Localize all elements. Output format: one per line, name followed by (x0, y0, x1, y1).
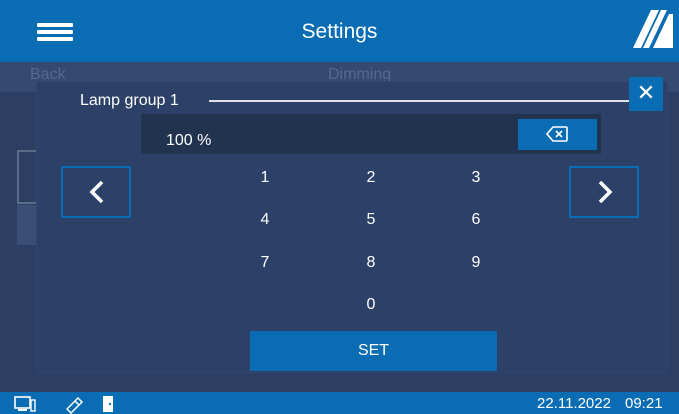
page-title: Settings (301, 20, 378, 43)
key-1[interactable]: 1 (235, 164, 295, 192)
key-5[interactable]: 5 (341, 206, 401, 234)
close-icon: ✕ (636, 80, 656, 105)
backspace-button[interactable] (518, 119, 597, 150)
key-9[interactable]: 9 (446, 249, 506, 277)
status-time: 09:21 (625, 395, 663, 412)
status-date: 22.11.2022 (537, 395, 611, 412)
background-element (17, 150, 39, 204)
chevron-right-icon (598, 180, 613, 204)
background-element (17, 205, 39, 245)
key-8[interactable]: 8 (341, 249, 401, 277)
usb-stick-icon[interactable] (66, 396, 84, 414)
key-4[interactable]: 4 (235, 206, 295, 234)
brand-logo-icon (633, 10, 673, 48)
key-2[interactable]: 2 (341, 164, 401, 192)
monitor-icon[interactable] (14, 396, 36, 412)
key-3[interactable]: 3 (446, 164, 506, 192)
next-button[interactable] (569, 166, 639, 218)
key-7[interactable]: 7 (235, 249, 295, 277)
set-button[interactable]: SET (250, 331, 497, 371)
key-0[interactable]: 0 (341, 291, 401, 319)
backspace-icon (546, 126, 568, 142)
previous-button[interactable] (61, 166, 131, 218)
close-button[interactable]: ✕ (629, 77, 663, 111)
door-icon[interactable] (102, 396, 114, 412)
chevron-left-icon (89, 180, 104, 204)
dialog-title: Lamp group 1 (80, 92, 179, 109)
value-text: 100 % (166, 132, 212, 149)
top-bar: Settings (0, 0, 679, 62)
title-divider (209, 100, 629, 102)
key-6[interactable]: 6 (446, 206, 506, 234)
